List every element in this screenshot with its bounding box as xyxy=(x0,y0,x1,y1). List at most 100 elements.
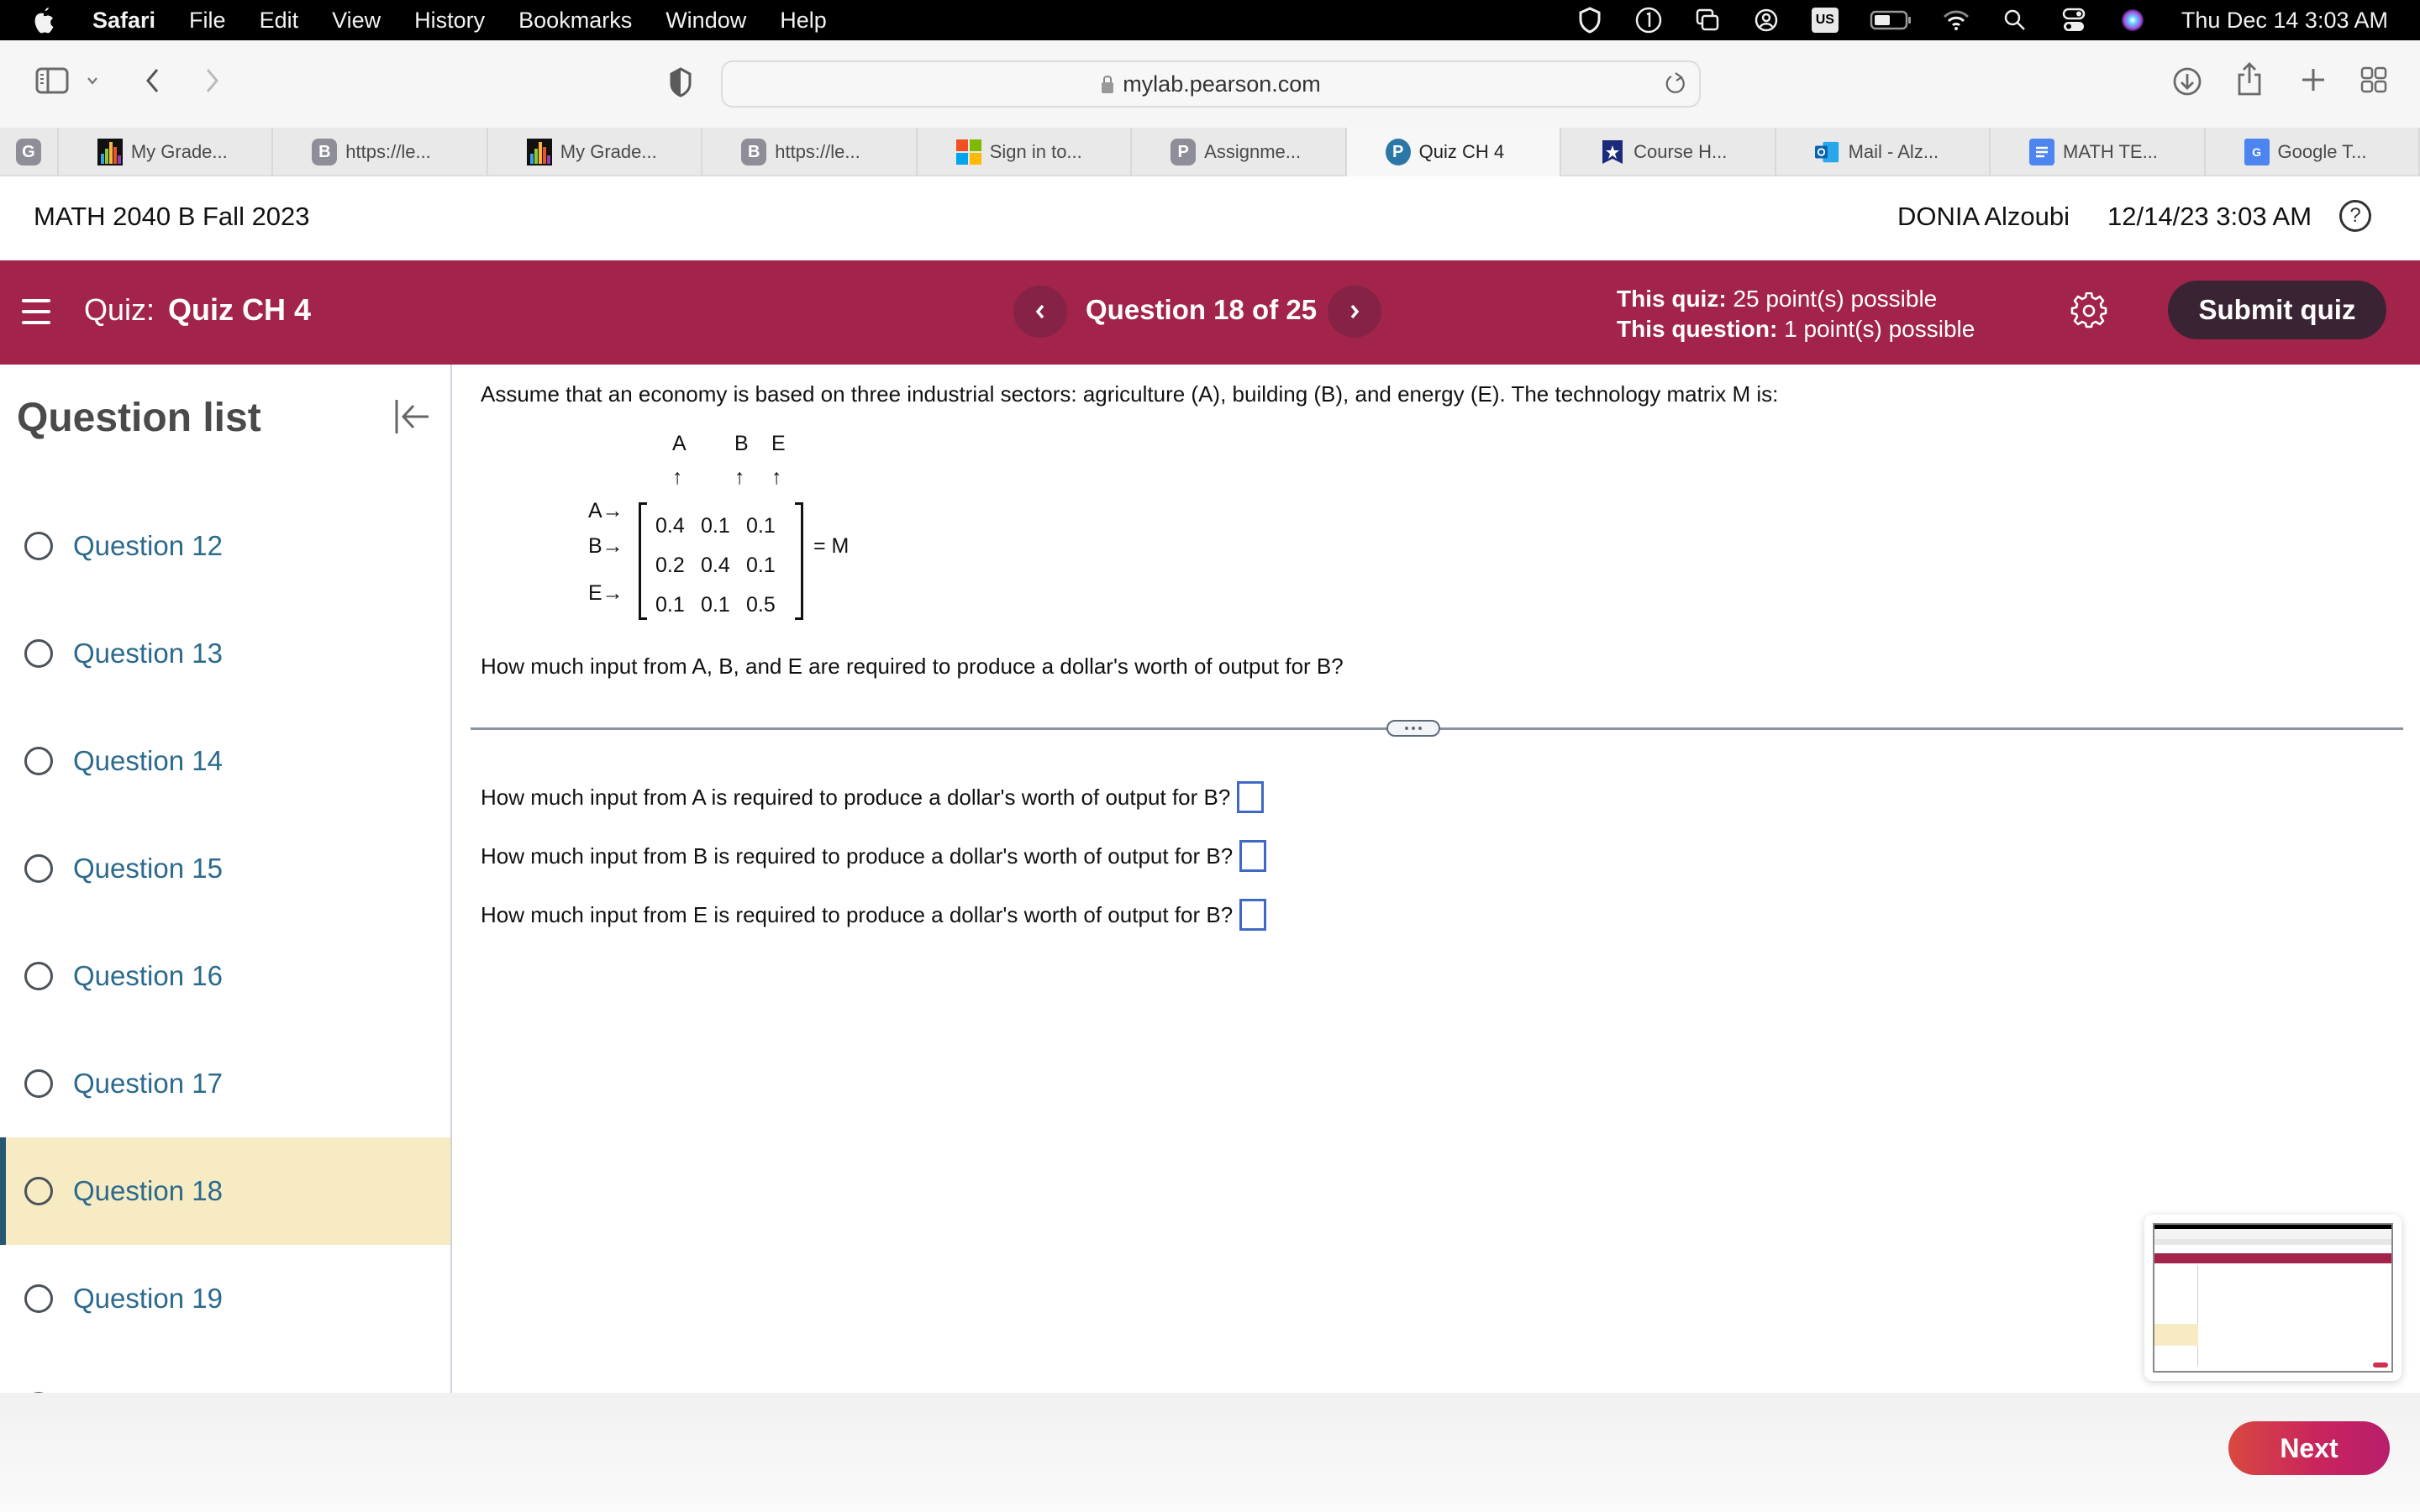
g-letter-icon: G xyxy=(15,139,41,165)
menu-hamburger-icon[interactable] xyxy=(22,299,50,324)
pinned-tab[interactable]: G xyxy=(0,128,59,176)
matrix-cell: 0.1 xyxy=(746,554,776,577)
matrix-cell: 0.2 xyxy=(655,554,685,577)
settings-gear-icon[interactable] xyxy=(2070,291,2107,329)
divider-resize-handle[interactable] xyxy=(1386,720,1440,737)
vpn-shield-icon[interactable] xyxy=(1575,5,1605,35)
up-arrow-icon: ↑ xyxy=(771,465,782,489)
privacy-shield-icon[interactable] xyxy=(666,66,696,99)
siri-icon[interactable] xyxy=(2118,5,2148,35)
screens-icon[interactable] xyxy=(1692,5,1723,35)
reload-icon[interactable] xyxy=(1664,71,1687,103)
apple-menu-icon[interactable] xyxy=(32,6,57,34)
previous-question-button[interactable] xyxy=(1013,286,1067,338)
input-source-icon[interactable]: US xyxy=(1810,5,1840,35)
sidebar-item-question-18[interactable]: Question 18 xyxy=(0,1137,450,1245)
menu-history[interactable]: History xyxy=(414,8,485,34)
tab-group-chevron-icon[interactable] xyxy=(84,72,101,89)
radio-icon xyxy=(24,1069,53,1098)
sidebar-item-question-16[interactable]: Question 16 xyxy=(0,922,450,1030)
matrix-cell: 0.1 xyxy=(655,593,685,617)
one-password-icon[interactable] xyxy=(1634,5,1664,35)
radio-icon xyxy=(24,1284,53,1313)
sidebar-item-question-15[interactable]: Question 15 xyxy=(0,815,450,922)
tab-label: MATH TE... xyxy=(2063,141,2158,162)
tab-label: Google T... xyxy=(2277,141,2367,162)
browser-toolbar: mylab.pearson.com xyxy=(0,40,2420,128)
answer-input-b[interactable] xyxy=(1239,840,1267,872)
tab-sign-in[interactable]: Sign in to... xyxy=(918,128,1133,176)
menu-bookmarks[interactable]: Bookmarks xyxy=(518,8,632,34)
tab-math-te[interactable]: MATH TE... xyxy=(1991,128,2206,176)
answer-row-b: How much input from B is required to pro… xyxy=(481,840,1267,872)
forward-button[interactable] xyxy=(200,66,225,96)
control-center-icon[interactable] xyxy=(2059,5,2089,35)
menu-safari[interactable]: Safari xyxy=(92,8,155,34)
menu-edit[interactable]: Edit xyxy=(260,8,299,34)
answer-row-a: How much input from A is required to pro… xyxy=(481,781,1265,813)
macos-menu-bar: Safari File Edit View History Bookmarks … xyxy=(0,0,2420,40)
question-label: Question 16 xyxy=(73,960,223,991)
matrix-row-label-b: B→ xyxy=(588,534,623,558)
share-icon[interactable] xyxy=(2235,60,2264,97)
sidebar-item-question-20-partial[interactable] xyxy=(0,1352,450,1393)
new-tab-icon[interactable] xyxy=(2299,66,2328,94)
battery-icon[interactable] xyxy=(1869,5,1912,35)
points-info: This quiz: 25 point(s) possible This que… xyxy=(1617,284,1975,344)
next-question-button[interactable] xyxy=(1328,286,1381,338)
url-text[interactable]: mylab.pearson.com xyxy=(1123,71,1321,97)
gradebook-icon xyxy=(97,139,123,165)
collapse-sidebar-icon[interactable] xyxy=(392,398,432,435)
tab-mail[interactable]: Mail - Alz... xyxy=(1776,128,1991,176)
screenshot-thumbnail-preview[interactable] xyxy=(2144,1215,2402,1381)
sidebar-item-question-14[interactable]: Question 14 xyxy=(0,707,450,815)
matrix-cell: 0.5 xyxy=(746,593,776,617)
menubar-clock[interactable]: Thu Dec 14 3:03 AM xyxy=(2181,8,2388,34)
downloads-icon[interactable] xyxy=(2171,66,2203,97)
p-letter-icon: P xyxy=(1171,139,1197,165)
tab-label: https://le... xyxy=(775,141,860,162)
user-name: DONIA Alzoubi xyxy=(1897,202,2070,231)
sidebar-item-question-12[interactable]: Question 12 xyxy=(0,492,450,600)
spotlight-search-icon[interactable] xyxy=(2000,5,2030,35)
question-label: Question 13 xyxy=(73,638,223,669)
tab-https-1[interactable]: B https://le... xyxy=(273,128,488,176)
sidebar-item-question-13[interactable]: Question 13 xyxy=(0,600,450,707)
this-question-points: 1 point(s) possible xyxy=(1784,316,1975,342)
answer-input-a[interactable] xyxy=(1237,781,1265,813)
tab-course-home[interactable]: Course H... xyxy=(1561,128,1776,176)
b-letter-icon: B xyxy=(741,139,767,165)
quiz-label: Quiz: xyxy=(84,292,155,327)
question-counter: Question 18 of 25 xyxy=(1086,294,1318,325)
help-icon[interactable]: ? xyxy=(2339,200,2371,232)
menu-window[interactable]: Window xyxy=(666,8,746,34)
tab-google-translate[interactable]: G Google T... xyxy=(2206,128,2420,176)
thumbnail-image xyxy=(2153,1223,2393,1373)
sidebar-item-question-17[interactable]: Question 17 xyxy=(0,1030,450,1137)
back-button[interactable] xyxy=(139,66,165,96)
wifi-icon[interactable] xyxy=(1941,5,1971,35)
answer-row-e: How much input from E is required to pro… xyxy=(481,899,1267,931)
tab-assignments[interactable]: P Assignme... xyxy=(1132,128,1347,176)
outlook-icon xyxy=(1814,139,1840,165)
sidebar-item-question-19[interactable]: Question 19 xyxy=(0,1245,450,1352)
address-bar[interactable]: mylab.pearson.com xyxy=(721,60,1701,108)
menu-file[interactable]: File xyxy=(189,8,226,34)
tab-my-grades-2[interactable]: My Grade... xyxy=(488,128,703,176)
chevron-left-icon xyxy=(1035,304,1044,319)
user-account-icon[interactable] xyxy=(1751,5,1781,35)
sidebar-toggle-icon[interactable] xyxy=(34,66,71,96)
radio-icon xyxy=(24,532,53,560)
submit-quiz-button[interactable]: Submit quiz xyxy=(2168,281,2386,339)
tab-my-grades-1[interactable]: My Grade... xyxy=(59,128,274,176)
tab-https-2[interactable]: B https://le... xyxy=(702,128,918,176)
google-translate-icon: G xyxy=(2244,139,2270,165)
menu-help[interactable]: Help xyxy=(780,8,827,34)
tab-overview-icon[interactable] xyxy=(2360,66,2388,94)
answer-input-e[interactable] xyxy=(1239,899,1267,931)
matrix-col-label-e: E xyxy=(771,432,786,455)
next-button[interactable]: Next xyxy=(2228,1421,2390,1475)
tab-quiz-ch4[interactable]: P Quiz CH 4 xyxy=(1346,128,1562,176)
matrix-col-label-a: A xyxy=(672,432,687,455)
menu-view[interactable]: View xyxy=(332,8,381,34)
